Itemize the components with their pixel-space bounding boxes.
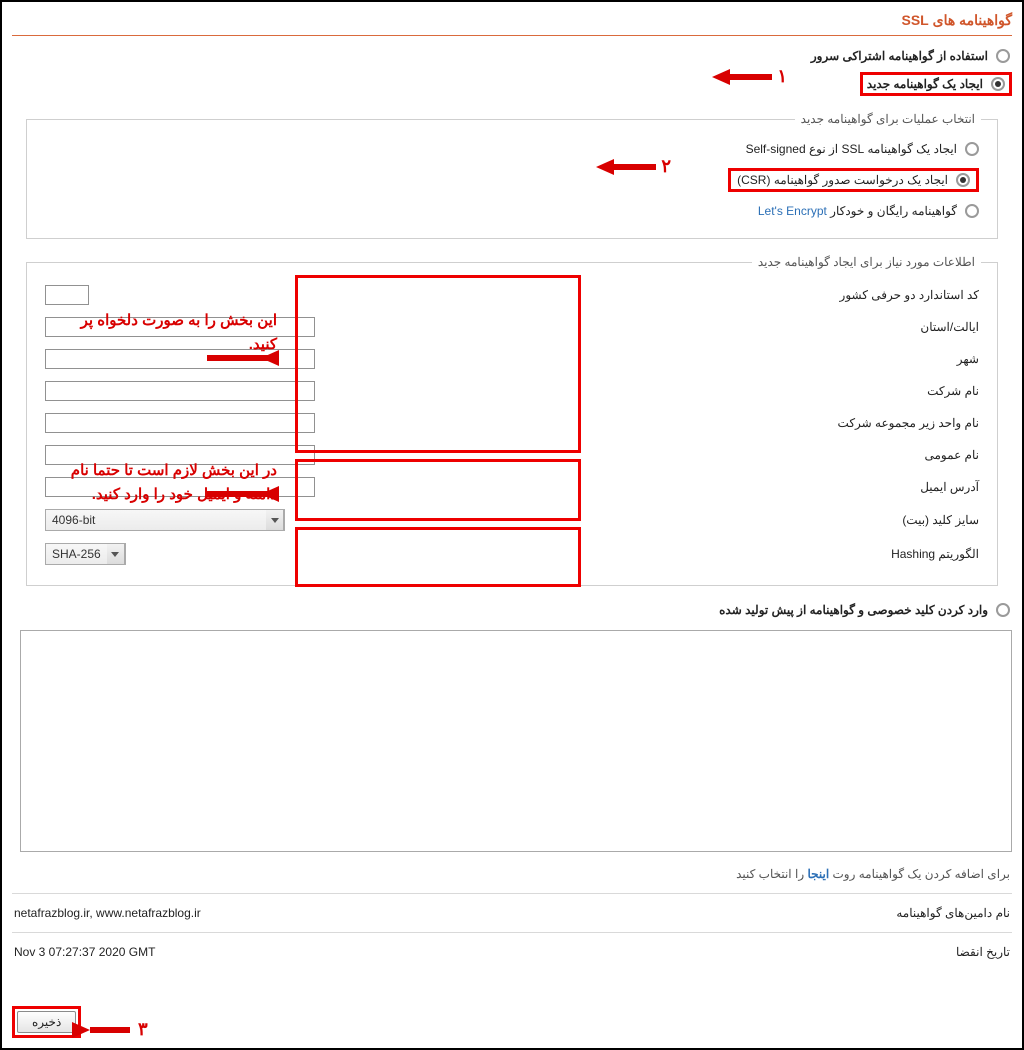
save-button-highlight: ذخیره bbox=[12, 1006, 81, 1038]
radio-self-signed[interactable] bbox=[965, 142, 979, 156]
label-company: نام شرکت bbox=[669, 384, 979, 398]
row-company: نام شرکت bbox=[43, 375, 981, 407]
option-self-signed[interactable]: ایجاد یک گواهینامه SSL از نوع Self-signe… bbox=[43, 136, 981, 162]
hint-root-cert: برای اضافه کردن یک گواهینامه روت اینجا ر… bbox=[14, 867, 1010, 881]
row-hashing: الگوریتم Hashing SHA-256 bbox=[43, 537, 981, 571]
option-lets-encrypt-label: گواهینامه رایگان و خودکار Let's Encrypt bbox=[758, 204, 957, 218]
option-lets-encrypt[interactable]: گواهینامه رایگان و خودکار Let's Encrypt bbox=[43, 198, 981, 224]
option-new-cert-label: ایجاد یک گواهینامه جدید bbox=[867, 77, 983, 91]
option-shared-cert-label: استفاده از گواهینامه اشتراکی سرور bbox=[811, 49, 988, 63]
callout-3: ۳ bbox=[72, 1019, 154, 1040]
callout-2-number: ۲ bbox=[661, 156, 671, 176]
fieldset-operation: انتخاب عملیات برای گواهینامه جدید ایجاد … bbox=[26, 112, 998, 239]
arrow-left-icon bbox=[712, 69, 730, 85]
option-new-cert-highlight: ایجاد یک گواهینامه جدید bbox=[860, 72, 1012, 96]
option-csr-highlight: ایجاد یک درخواست صدور گواهینامه (CSR) bbox=[728, 168, 979, 192]
callout-2: ۲ bbox=[590, 156, 671, 177]
radio-shared-cert[interactable] bbox=[996, 49, 1010, 63]
ssl-cert-panel: گواهینامه های SSL استفاده از گواهینامه ا… bbox=[0, 0, 1024, 1050]
option-shared-cert[interactable]: استفاده از گواهینامه اشتراکی سرور bbox=[12, 46, 1012, 66]
row-country: کد استاندارد دو حرفی کشور bbox=[43, 279, 981, 311]
value-cert-domains: netafrazblog.ir, www.netafrazblog.ir bbox=[14, 906, 580, 920]
select-key-size-value: 4096-bit bbox=[46, 513, 266, 527]
input-country[interactable] bbox=[45, 285, 89, 305]
input-unit[interactable] bbox=[45, 413, 315, 433]
label-cert-expiry: تاریخ انقضا bbox=[580, 945, 1010, 959]
fieldset-info: اطلاعات مورد نیاز برای ایجاد گواهینامه ج… bbox=[26, 255, 998, 586]
option-pregenerated[interactable]: وارد کردن کلید خصوصی و گواهینامه از پیش … bbox=[12, 600, 1012, 620]
page-title: گواهینامه های SSL bbox=[12, 12, 1012, 29]
hint-link[interactable]: اینجا bbox=[807, 867, 829, 881]
fieldset-info-legend: اطلاعات مورد نیاز برای ایجاد گواهینامه ج… bbox=[752, 255, 981, 269]
separator bbox=[12, 932, 1012, 933]
row-key-size: سایز کلید (بیت) 4096-bit bbox=[43, 503, 981, 537]
label-country: کد استاندارد دو حرفی کشور bbox=[669, 288, 979, 302]
option-csr-row: ایجاد یک درخواست صدور گواهینامه (CSR) ۲ bbox=[43, 162, 981, 198]
label-hashing: الگوریتم Hashing bbox=[669, 547, 979, 561]
row-cert-domains: نام دامین‌های گواهینامه netafrazblog.ir,… bbox=[12, 900, 1012, 926]
select-hashing[interactable]: SHA-256 bbox=[45, 543, 126, 565]
select-key-size[interactable]: 4096-bit bbox=[45, 509, 285, 531]
radio-csr[interactable] bbox=[956, 173, 970, 187]
fieldset-operation-legend: انتخاب عملیات برای گواهینامه جدید bbox=[795, 112, 981, 126]
side-note-optional: این بخش را به صورت دلخواه پر کنید. bbox=[67, 309, 277, 357]
arrow-right-icon bbox=[72, 1022, 90, 1038]
radio-lets-encrypt[interactable] bbox=[965, 204, 979, 218]
input-company[interactable] bbox=[45, 381, 315, 401]
label-city: شهر bbox=[669, 352, 979, 366]
callout-3-number: ۳ bbox=[138, 1019, 148, 1040]
chevron-down-icon bbox=[266, 510, 284, 530]
option-self-signed-label: ایجاد یک گواهینامه SSL از نوع Self-signe… bbox=[746, 142, 957, 156]
callout-1-number: ۱ bbox=[777, 66, 787, 86]
option-csr-label: ایجاد یک درخواست صدور گواهینامه (CSR) bbox=[737, 173, 948, 187]
chevron-down-icon bbox=[107, 544, 125, 564]
option-pregenerated-label: وارد کردن کلید خصوصی و گواهینامه از پیش … bbox=[719, 603, 988, 617]
lets-encrypt-link[interactable]: Let's Encrypt bbox=[758, 204, 827, 218]
arrow-left-icon bbox=[596, 159, 614, 175]
radio-pregenerated[interactable] bbox=[996, 603, 1010, 617]
label-key-size: سایز کلید (بیت) bbox=[669, 513, 979, 527]
separator bbox=[12, 893, 1012, 894]
save-area: ذخیره bbox=[12, 1006, 81, 1038]
arrow-left-icon bbox=[207, 355, 277, 361]
side-note-required: در این بخش لازم است تا حتما نام دامنه و … bbox=[67, 459, 277, 507]
label-unit: نام واحد زیر مجموعه شرکت bbox=[669, 416, 979, 430]
label-email: آدرس ایمیل bbox=[669, 480, 979, 494]
row-cert-expiry: تاریخ انقضا Nov 3 07:27:37 2020 GMT bbox=[12, 939, 1012, 965]
value-cert-expiry: Nov 3 07:27:37 2020 GMT bbox=[14, 945, 580, 959]
select-hashing-value: SHA-256 bbox=[46, 547, 107, 561]
label-cert-domains: نام دامین‌های گواهینامه bbox=[580, 906, 1010, 920]
save-button[interactable]: ذخیره bbox=[17, 1011, 76, 1033]
label-state: ایالت/استان bbox=[669, 320, 979, 334]
row-unit: نام واحد زیر مجموعه شرکت bbox=[43, 407, 981, 439]
textarea-cert-paste[interactable] bbox=[20, 630, 1012, 852]
callout-1: ۱ bbox=[706, 66, 787, 87]
label-common-name: نام عمومی bbox=[669, 448, 979, 462]
arrow-left-icon bbox=[207, 491, 277, 497]
title-separator bbox=[12, 35, 1012, 36]
radio-new-cert[interactable] bbox=[991, 77, 1005, 91]
